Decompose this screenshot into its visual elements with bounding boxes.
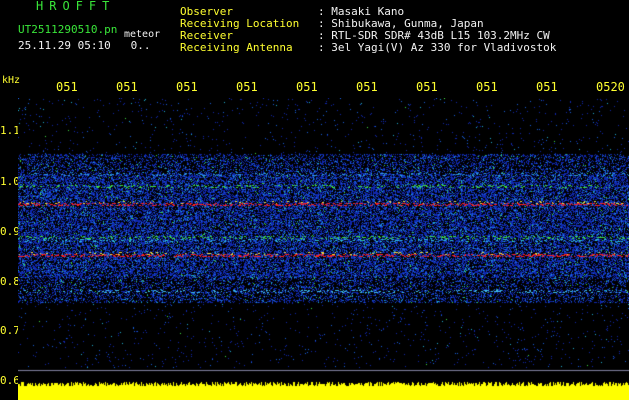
file-name: UT2511290510.pn <box>18 23 118 36</box>
y-axis-unit: kHz <box>2 75 21 86</box>
y-tick-label: 0.6 <box>0 374 20 387</box>
hrofft-logo: HROFFT <box>36 0 116 13</box>
datetime-suffix: 0.. <box>130 39 151 52</box>
datetime-value: 25.11.29 05:10 <box>18 39 111 52</box>
x-tick-label: 051 <box>236 80 258 94</box>
datetime-text: 25.11.29 05:10 0.. <box>18 40 150 52</box>
x-tick-label: 051 <box>476 80 498 94</box>
x-tick-label: 051 <box>116 80 138 94</box>
x-tick-label: 051 <box>296 80 318 94</box>
x-tick-label: 0520 <box>596 80 625 94</box>
y-tick-label: 0.8 <box>0 275 20 288</box>
x-tick-label: 051 <box>56 80 78 94</box>
x-tick-label: 051 <box>356 80 378 94</box>
y-tick-label: 0.9 <box>0 225 20 238</box>
meta-labels: Observer Receiving Location Receiver Rec… <box>180 5 300 54</box>
x-tick-label: 051 <box>176 80 198 94</box>
y-tick-label: 0.7 <box>0 324 20 337</box>
spectrogram-canvas <box>18 98 629 400</box>
y-tick-label: 1.0 <box>0 175 20 188</box>
meta-values: : Masaki Kano : Shibukawa, Gunma, Japan … <box>318 5 557 54</box>
x-tick-label: 051 <box>536 80 558 94</box>
x-tick-label: 051 <box>416 80 438 94</box>
y-tick-label: 1.1 <box>0 124 20 137</box>
